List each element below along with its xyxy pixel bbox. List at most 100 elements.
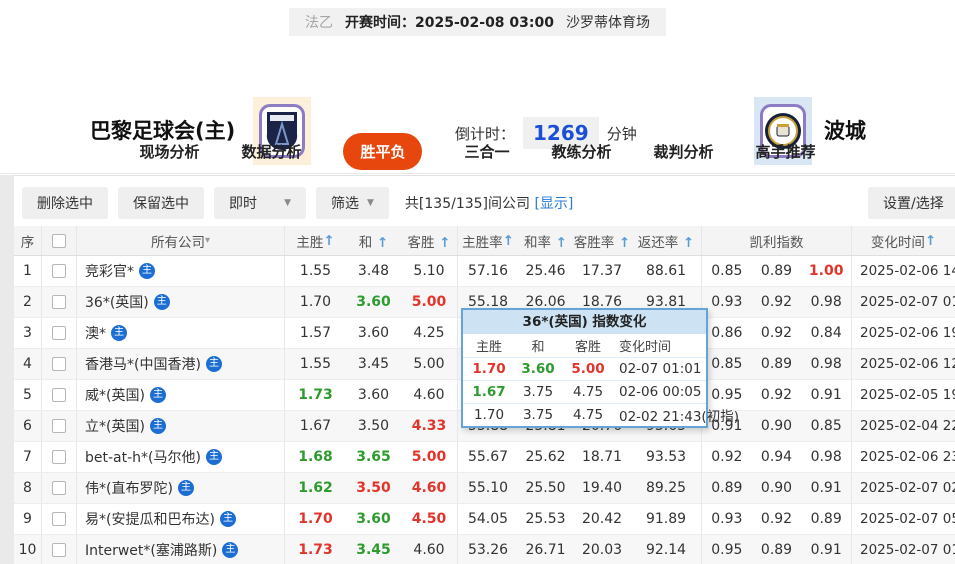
kelly-value: 0.98 <box>810 294 842 310</box>
kelly-value: 0.92 <box>760 387 793 403</box>
odds-history-tooltip: 36*(英国) 指数变化 主胜 和 客胜 变化时间 1.70 3.60 5.00 02-07… <box>461 308 739 428</box>
odds-value: 3.48 <box>357 263 390 279</box>
change-time: 2025-02-05 19:12 <box>851 380 955 410</box>
kelly-value: 0.85 <box>711 263 743 279</box>
home-badge-icon: 主 <box>205 449 222 465</box>
company-name[interactable]: 威*(英国) <box>85 385 145 405</box>
column-header-label: 返还率 <box>637 234 679 251</box>
home-badge-icon: 主 <box>177 480 194 496</box>
rate-value: 25.62 <box>525 449 566 465</box>
rate-value: 25.53 <box>525 511 566 527</box>
chevron-down-icon: ▾ <box>204 235 211 246</box>
rate-value: 54.05 <box>457 504 518 534</box>
column-header[interactable]: 和 ↑ <box>346 231 401 251</box>
row-checkbox-cell <box>41 504 76 534</box>
row-checkbox[interactable] <box>52 388 66 402</box>
rate-value: 20.03 <box>581 542 623 558</box>
column-header[interactable]: 所有公司 ▾ <box>76 226 284 255</box>
tab-expert-recommend[interactable]: 高手推荐 <box>756 141 816 162</box>
kelly-value: 0.89 <box>760 356 793 372</box>
odds-value: 1.68 <box>284 442 346 472</box>
sort-ascending-icon: ↑ <box>614 234 631 251</box>
company-name[interactable]: 澳* <box>85 323 106 343</box>
row-checkbox[interactable] <box>52 543 66 557</box>
company-name[interactable]: 立*(英国) <box>85 416 145 436</box>
column-header-label: 和 <box>358 234 373 251</box>
row-checkbox-cell <box>41 535 76 564</box>
row-checkbox[interactable] <box>52 450 66 464</box>
tooltip-odds-value: 4.75 <box>572 407 604 423</box>
kelly-value: 0.93 <box>711 294 743 310</box>
row-checkbox[interactable] <box>52 357 66 371</box>
odds-value: 1.55 <box>284 349 346 379</box>
company-name[interactable]: 伟*(直布罗陀) <box>85 478 173 498</box>
kelly-value: 0.91 <box>810 542 842 558</box>
home-badge-icon: 主 <box>139 263 155 279</box>
kelly-value: 0.89 <box>711 480 743 496</box>
company-name[interactable]: Interwet*(塞浦路斯) <box>85 540 217 560</box>
divider <box>0 175 955 176</box>
tab-live-analysis[interactable]: 现场分析 <box>139 141 199 162</box>
tab-coach-analysis[interactable]: 教练分析 <box>552 141 612 162</box>
table-row: 8 伟*(直布罗陀) 主 1.62 3.50 4.60 55.10 25.50 19.40 89.… <box>14 473 955 504</box>
column-header[interactable]: 和率 ↑ <box>518 231 573 251</box>
company-name[interactable]: bet-at-h*(马尔他) <box>85 447 201 467</box>
filter-dropdown[interactable]: 筛选 ▼ <box>316 187 389 219</box>
odds-value: 3.45 <box>356 542 391 558</box>
tab-three-in-one[interactable]: 三合一 <box>464 141 509 162</box>
column-header[interactable]: 客胜 ↑ <box>401 231 457 251</box>
kelly-value: 0.84 <box>810 325 842 341</box>
time-filter-dropdown[interactable]: 即时 ▼ <box>214 187 306 219</box>
column-header[interactable]: 主胜 ↑ <box>284 226 346 255</box>
rate-value: 20.42 <box>581 511 623 527</box>
row-checkbox[interactable] <box>52 326 66 340</box>
row-checkbox[interactable] <box>52 295 66 309</box>
odds-value: 3.60 <box>357 325 390 341</box>
column-header[interactable]: 变化时间 ↑ <box>851 226 955 255</box>
row-seq: 10 <box>18 542 37 558</box>
odds-value: 4.25 <box>413 325 445 341</box>
select-all-checkbox[interactable] <box>52 233 66 248</box>
company-name[interactable]: 易*(安提瓜和巴布达) <box>85 509 215 529</box>
rate-value: 25.50 <box>525 480 566 496</box>
tab-win-draw-lose[interactable]: 胜平负 <box>343 133 423 170</box>
kelly-cell: 0.92 0.94 0.98 <box>701 442 851 472</box>
company-cell: 澳* 主 <box>76 318 284 348</box>
tab-data-analysis[interactable]: 数据分析 <box>241 141 301 162</box>
column-header[interactable]: 主胜率 ↑ <box>457 226 518 255</box>
row-checkbox[interactable] <box>52 264 66 278</box>
keep-selected-button[interactable]: 保留选中 <box>118 187 204 219</box>
settings-select-button[interactable]: 设置/选择 <box>868 187 955 219</box>
kelly-value: 0.90 <box>760 418 793 434</box>
company-name[interactable]: 香港马*(中国香港) <box>85 354 201 374</box>
tab-referee-analysis[interactable]: 裁判分析 <box>654 141 714 162</box>
table-row: 1 竞彩官* 主 1.55 3.48 5.10 57.16 25.46 17.37 88.61 0.… <box>14 256 955 287</box>
row-checkbox[interactable] <box>52 481 66 495</box>
odds-value: 1.62 <box>284 473 346 503</box>
change-time: 2025-02-07 01:04 <box>851 535 955 564</box>
company-name[interactable]: 竞彩官* <box>85 261 134 281</box>
company-cell: 36*(英国) 主 <box>76 287 284 317</box>
odds-value: 3.60 <box>356 294 391 310</box>
column-header[interactable]: 客胜率 ↑ <box>573 231 631 251</box>
tooltip-change-time: 02-07 01:01 <box>619 361 702 377</box>
tooltip-column-header: 和 <box>531 340 545 355</box>
toolbar: 删除选中 保留选中 即时 ▼ 筛选 ▼ 共[135/135]间公司 [显示] <box>22 187 573 219</box>
company-name[interactable]: 36*(英国) <box>85 292 149 312</box>
table-row: 9 易*(安提瓜和巴布达) 主 1.70 3.60 4.50 54.05 25.53 20.42… <box>14 504 955 535</box>
company-cell: 竞彩官* 主 <box>76 256 284 286</box>
column-header[interactable]: 返还率 ↑ <box>631 231 701 251</box>
kelly-cell: 0.86 0.92 0.84 <box>701 318 851 348</box>
nav-tabs: 现场分析 数据分析 胜平负 三合一 教练分析 裁判分析 高手推荐 <box>0 130 955 174</box>
rate-value: 92.14 <box>645 542 687 558</box>
row-checkbox[interactable] <box>52 512 66 526</box>
odds-value: 3.50 <box>357 418 390 434</box>
delete-selected-button[interactable]: 删除选中 <box>22 187 108 219</box>
show-link[interactable]: [显示] <box>534 196 573 212</box>
odds-value: 4.50 <box>411 511 447 527</box>
table-row: 10 Interwet*(塞浦路斯) 主 1.73 3.45 4.60 53.26 26.71… <box>14 535 955 564</box>
row-seq: 4 <box>23 356 32 372</box>
odds-value: 4.60 <box>411 480 447 496</box>
row-checkbox[interactable] <box>52 419 66 433</box>
rate-value: 19.40 <box>581 480 623 496</box>
